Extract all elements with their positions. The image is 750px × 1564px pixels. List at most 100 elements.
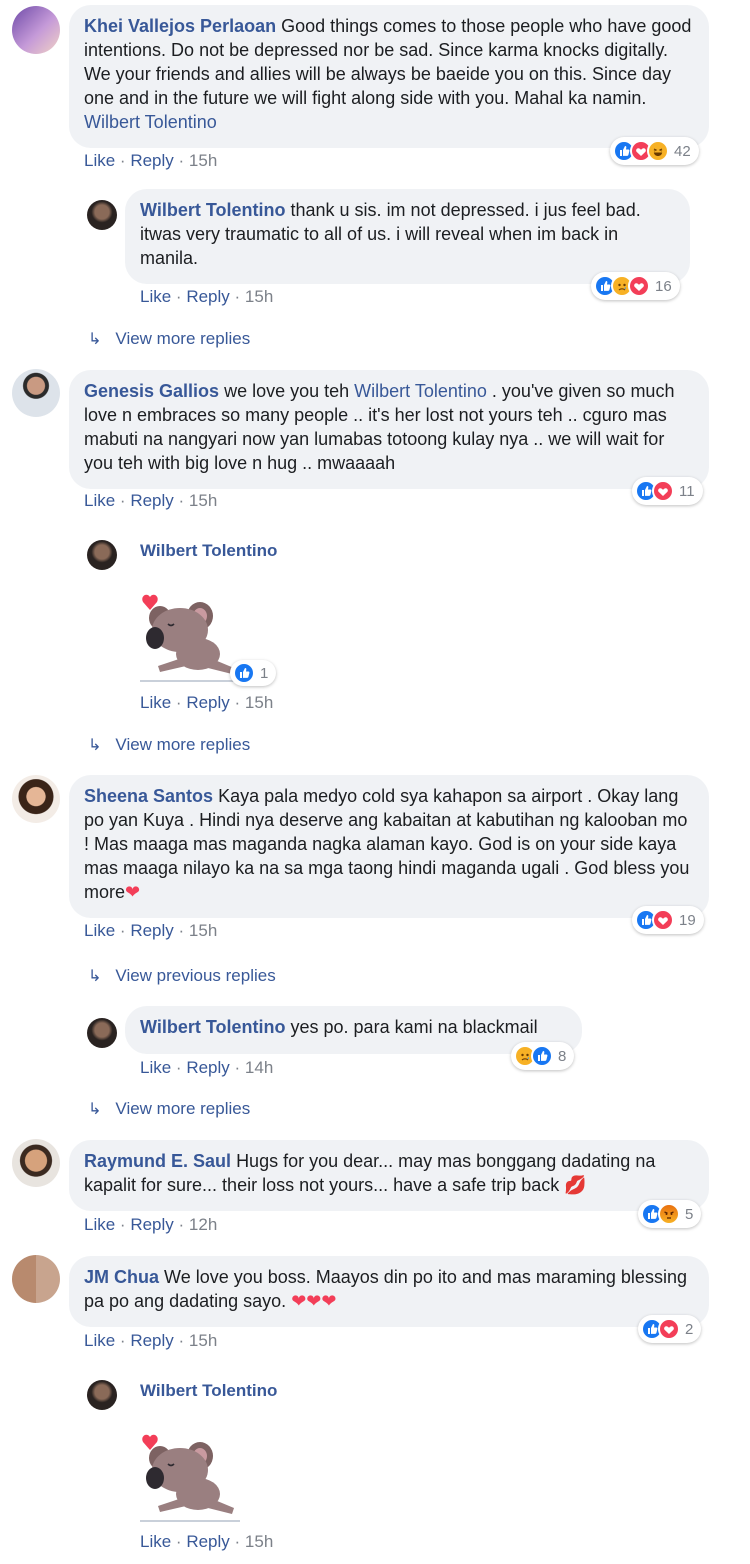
like-reaction-icon bbox=[233, 662, 255, 684]
timestamp[interactable]: 14h bbox=[245, 1058, 273, 1077]
mention-link[interactable]: Wilbert Tolentino bbox=[84, 112, 217, 132]
view-more-replies-link[interactable]: ↳ View more replies bbox=[88, 1099, 250, 1119]
reply-link[interactable]: Reply bbox=[130, 1215, 173, 1234]
avatar[interactable] bbox=[12, 775, 60, 823]
separator: · bbox=[119, 491, 131, 510]
comment-author[interactable]: Sheena Santos bbox=[84, 786, 213, 806]
reaction-summary[interactable]: 19 bbox=[632, 906, 704, 934]
view-more-replies-link[interactable]: ↳ View more replies bbox=[88, 329, 250, 349]
reply-link[interactable]: Reply bbox=[130, 491, 173, 510]
timestamp[interactable]: 15h bbox=[189, 151, 217, 170]
view-more-replies-link[interactable]: ↳ View more replies bbox=[88, 735, 250, 755]
like-link[interactable]: Like bbox=[84, 151, 115, 170]
like-link[interactable]: Like bbox=[140, 287, 171, 306]
comment-author[interactable]: Genesis Gallios bbox=[84, 381, 219, 401]
heart-emojis: ❤❤❤ bbox=[291, 1291, 337, 1311]
separator: · bbox=[178, 491, 189, 510]
avatar[interactable] bbox=[12, 6, 60, 54]
like-link[interactable]: Like bbox=[140, 693, 171, 712]
avatar[interactable] bbox=[87, 1380, 117, 1410]
comment-bubble: Khei Vallejos Perlaoan Good things comes… bbox=[69, 5, 709, 148]
comment-bubble: JM Chua We love you boss. Maayos din po … bbox=[69, 1256, 709, 1327]
reaction-count: 5 bbox=[685, 1205, 694, 1223]
reply-arrow-icon: ↳ bbox=[88, 737, 102, 754]
separator: · bbox=[175, 1532, 187, 1551]
comment-bubble: Sheena Santos Kaya pala medyo cold sya k… bbox=[69, 775, 709, 918]
timestamp[interactable]: 15h bbox=[189, 1331, 217, 1350]
reaction-count: 19 bbox=[679, 911, 696, 929]
separator: · bbox=[234, 693, 245, 712]
mention-link[interactable]: Wilbert Tolentino bbox=[354, 381, 487, 401]
reply-arrow-icon: ↳ bbox=[88, 1101, 102, 1118]
koala-sticker[interactable] bbox=[130, 588, 245, 683]
separator: · bbox=[234, 287, 245, 306]
comment-author[interactable]: Wilbert Tolentino bbox=[140, 1381, 277, 1401]
love-reaction-icon bbox=[652, 909, 674, 931]
reaction-count: 2 bbox=[685, 1320, 694, 1338]
reaction-summary[interactable]: 42 bbox=[610, 137, 699, 165]
timestamp[interactable]: 15h bbox=[245, 287, 273, 306]
separator: · bbox=[234, 1532, 245, 1551]
comment-author[interactable]: Raymund E. Saul bbox=[84, 1151, 231, 1171]
reaction-summary[interactable]: 11 bbox=[632, 477, 703, 505]
reaction-count: 8 bbox=[558, 1047, 567, 1065]
view-previous-replies-link[interactable]: ↳ View previous replies bbox=[88, 966, 276, 986]
reaction-summary[interactable]: 2 bbox=[638, 1315, 702, 1343]
reply-link[interactable]: Reply bbox=[186, 693, 229, 712]
koala-sticker[interactable] bbox=[130, 1428, 245, 1523]
avatar[interactable] bbox=[87, 540, 117, 570]
comment-bubble: Genesis Gallios we love you teh Wilbert … bbox=[69, 370, 709, 489]
timestamp[interactable]: 12h bbox=[189, 1215, 217, 1234]
comment-text: we love you teh bbox=[224, 381, 350, 401]
comment-actions: Like · Reply · 14h bbox=[140, 1058, 273, 1078]
view-more-replies-label: View more replies bbox=[115, 735, 251, 754]
like-link[interactable]: Like bbox=[84, 491, 115, 510]
separator: · bbox=[178, 1215, 189, 1234]
comment-author[interactable]: Wilbert Tolentino bbox=[140, 541, 277, 561]
comment-author[interactable]: Wilbert Tolentino bbox=[140, 200, 286, 220]
reply-link[interactable]: Reply bbox=[130, 1331, 173, 1350]
haha-reaction-icon bbox=[647, 140, 669, 162]
timestamp[interactable]: 15h bbox=[189, 491, 217, 510]
reaction-count: 1 bbox=[260, 664, 269, 682]
avatar[interactable] bbox=[12, 369, 60, 417]
separator: · bbox=[119, 921, 131, 940]
comment-author[interactable]: Wilbert Tolentino bbox=[140, 1017, 286, 1037]
reply-bubble: Wilbert Tolentino thank u sis. im not de… bbox=[125, 189, 690, 284]
timestamp[interactable]: 15h bbox=[245, 693, 273, 712]
like-link[interactable]: Like bbox=[84, 1331, 115, 1350]
reaction-count: 11 bbox=[679, 482, 695, 500]
kiss-emoji: 💋 bbox=[564, 1175, 587, 1195]
reply-link[interactable]: Reply bbox=[186, 287, 229, 306]
comment-text: We love you boss. Maayos din po ito and … bbox=[84, 1267, 687, 1311]
like-link[interactable]: Like bbox=[140, 1532, 171, 1551]
comment-actions: Like · Reply · 15h bbox=[140, 693, 273, 713]
avatar[interactable] bbox=[87, 1018, 117, 1048]
reaction-count: 42 bbox=[674, 142, 691, 160]
timestamp[interactable]: 15h bbox=[245, 1532, 273, 1551]
comment-author[interactable]: Khei Vallejos Perlaoan bbox=[84, 16, 276, 36]
reply-link[interactable]: Reply bbox=[130, 921, 173, 940]
avatar[interactable] bbox=[12, 1255, 60, 1303]
like-link[interactable]: Like bbox=[84, 921, 115, 940]
separator: · bbox=[119, 1215, 131, 1234]
reaction-summary[interactable]: 1 bbox=[230, 660, 277, 686]
avatar[interactable] bbox=[87, 200, 117, 230]
like-reaction-icon bbox=[531, 1045, 553, 1067]
reaction-count: 16 bbox=[655, 277, 672, 295]
heart-emoji: ❤ bbox=[125, 882, 141, 902]
reaction-summary[interactable]: 5 bbox=[638, 1200, 702, 1228]
reply-link[interactable]: Reply bbox=[186, 1058, 229, 1077]
reply-arrow-icon: ↳ bbox=[88, 331, 102, 348]
like-link[interactable]: Like bbox=[140, 1058, 171, 1077]
reaction-summary[interactable]: 8 bbox=[511, 1042, 575, 1070]
reply-link[interactable]: Reply bbox=[130, 151, 173, 170]
reply-arrow-icon: ↳ bbox=[88, 968, 102, 985]
reply-link[interactable]: Reply bbox=[186, 1532, 229, 1551]
like-link[interactable]: Like bbox=[84, 1215, 115, 1234]
separator: · bbox=[175, 287, 187, 306]
comment-author[interactable]: JM Chua bbox=[84, 1267, 159, 1287]
avatar[interactable] bbox=[12, 1139, 60, 1187]
reaction-summary[interactable]: 16 bbox=[591, 272, 680, 300]
timestamp[interactable]: 15h bbox=[189, 921, 217, 940]
